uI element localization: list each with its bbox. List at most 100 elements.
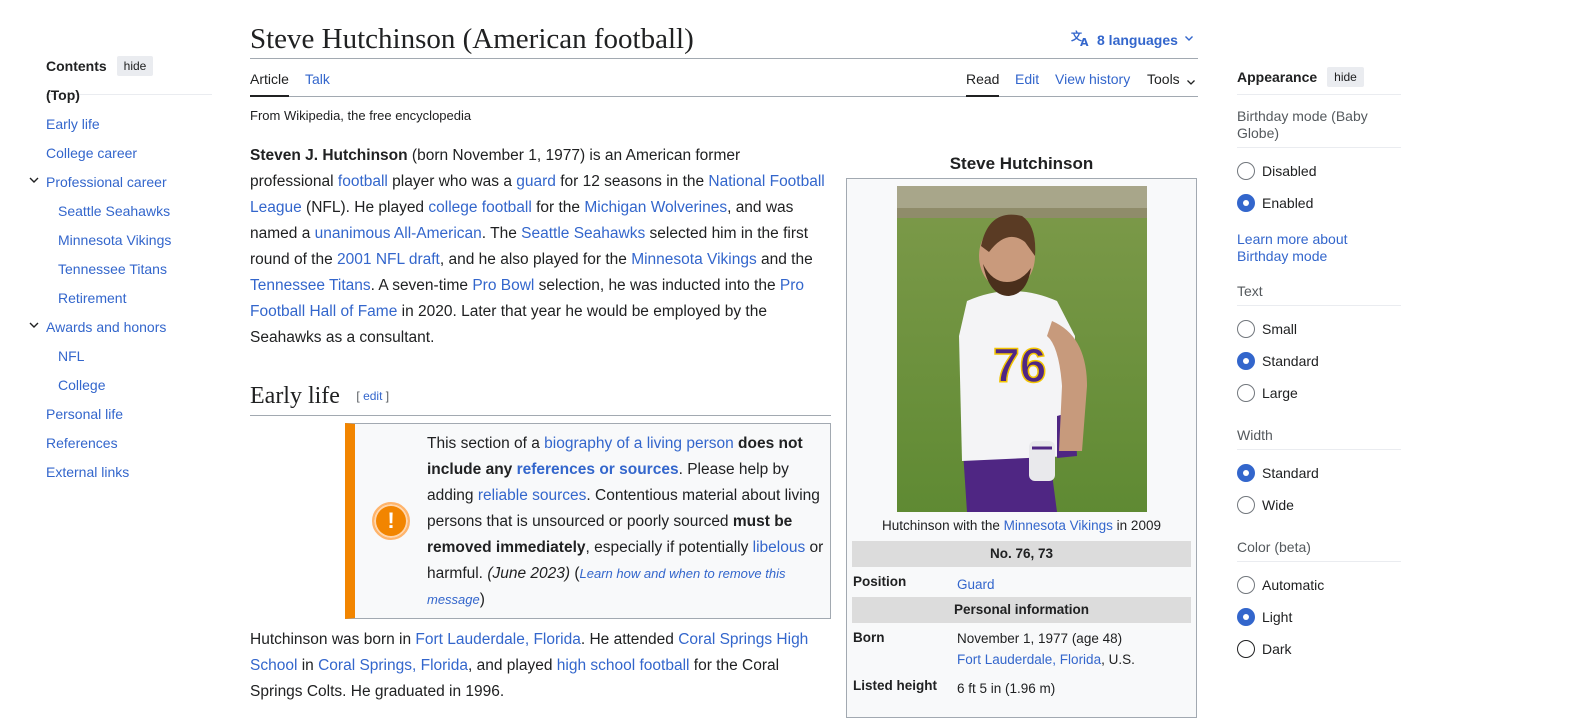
link-blp[interactable]: biography of a living person	[544, 435, 734, 452]
link-2001-nfl-draft[interactable]: 2001 NFL draft	[337, 251, 440, 268]
radio-label: Disabled	[1262, 163, 1317, 179]
radio-color-light[interactable]: Light	[1237, 607, 1292, 627]
site-tagline: From Wikipedia, the free encyclopedia	[250, 108, 472, 123]
lead-paragraph: Steven J. Hutchinson (born November 1, 1…	[250, 143, 825, 351]
edit-section-link[interactable]: edit	[363, 389, 382, 403]
link-coral-springs[interactable]: Coral Springs, Florida	[318, 657, 468, 674]
section-title: Early life	[250, 383, 340, 409]
divider	[1237, 561, 1401, 562]
radio-label: Large	[1262, 385, 1298, 401]
tab-edit[interactable]: Edit	[1015, 70, 1039, 97]
divider	[1237, 449, 1401, 450]
link-fort-lauderdale-infobox[interactable]: Fort Lauderdale, Florida	[957, 652, 1101, 667]
infobox: 76 Hutchinson with the Minnesota Vikings…	[846, 178, 1197, 718]
toc-item-references[interactable]: References	[46, 429, 212, 458]
radio-text-large[interactable]: Large	[1237, 383, 1298, 403]
link-college-football[interactable]: college football	[428, 199, 531, 216]
radio-color-automatic[interactable]: Automatic	[1237, 575, 1324, 595]
tab-read[interactable]: Read	[966, 70, 1000, 97]
link-seattle-seahawks[interactable]: Seattle Seahawks	[521, 225, 645, 242]
tab-view-history[interactable]: View history	[1055, 70, 1130, 97]
radio-on-icon	[1237, 194, 1255, 212]
link-tennessee-titans[interactable]: Tennessee Titans	[250, 277, 371, 294]
toc-item-personal-life[interactable]: Personal life	[46, 400, 212, 429]
radio-label: Enabled	[1262, 195, 1314, 211]
link-libelous[interactable]: libelous	[753, 539, 806, 556]
learn-more-birthday-link[interactable]: Learn more about Birthday mode	[1237, 231, 1397, 265]
radio-label: Standard	[1262, 465, 1319, 481]
radio-off-icon	[1237, 496, 1255, 514]
radio-off-icon	[1237, 384, 1255, 402]
toc-item-minnesota-vikings[interactable]: Minnesota Vikings	[46, 226, 212, 255]
player-photo[interactable]: 76	[897, 186, 1147, 512]
birthday-mode-label: Birthday mode (Baby Globe)	[1237, 108, 1368, 141]
page-tabs: Article Talk Read Edit View history Tool…	[250, 64, 1198, 97]
link-high-school-football[interactable]: high school football	[557, 657, 690, 674]
radio-text-standard[interactable]: Standard	[1237, 351, 1319, 371]
link-minnesota-vikings[interactable]: Minnesota Vikings	[631, 251, 757, 268]
language-selector[interactable]: 文 A 8 languages	[1071, 29, 1194, 50]
toc-hide-button[interactable]: hide	[116, 56, 154, 76]
toc-item-label: Awards and honors	[46, 319, 167, 335]
radio-width-wide[interactable]: Wide	[1237, 495, 1294, 515]
text: , and he also played for the	[439, 251, 632, 268]
infobox-number: No. 76, 73	[852, 541, 1191, 567]
toc-item-awards-and-honors[interactable]: Awards and honors	[29, 313, 212, 342]
chevron-down-icon[interactable]	[28, 313, 40, 342]
tab-talk[interactable]: Talk	[305, 70, 330, 97]
text: (	[570, 565, 580, 582]
radio-color-dark[interactable]: Dark	[1237, 639, 1292, 659]
toc-item-top[interactable]: (Top)	[46, 81, 212, 110]
radio-birthday-disabled[interactable]: Disabled	[1237, 161, 1316, 181]
table-of-contents: Contents hide (Top) Early life College c…	[29, 56, 212, 487]
link-reliable-sources[interactable]: reliable sources	[478, 487, 587, 504]
radio-off-icon	[1237, 576, 1255, 594]
radio-width-standard[interactable]: Standard	[1237, 463, 1319, 483]
row-label: Position	[853, 574, 907, 589]
divider	[1237, 94, 1401, 95]
title-divider	[250, 58, 1198, 59]
toc-item-college-career[interactable]: College career	[46, 139, 212, 168]
radio-label: Light	[1262, 609, 1293, 625]
row-value: November 1, 1977 (age 48) Fort Lauderdal…	[957, 628, 1187, 670]
subject-name: Steven J. Hutchinson	[250, 147, 408, 164]
text: selection, he was inducted into the	[534, 277, 780, 294]
toc-item-tennessee-titans[interactable]: Tennessee Titans	[46, 255, 212, 284]
link-guard-infobox[interactable]: Guard	[957, 574, 1187, 595]
radio-birthday-enabled[interactable]: Enabled	[1237, 193, 1313, 213]
tab-article[interactable]: Article	[250, 70, 289, 97]
text: Hutchinson was born in	[250, 631, 416, 648]
link-references-or-sources[interactable]: references or sources	[517, 461, 679, 478]
width-label: Width	[1237, 427, 1273, 443]
appearance-panel: Appearance hide Birthday mode (Baby Glob…	[1237, 66, 1401, 658]
radio-label: Automatic	[1262, 577, 1325, 593]
toc-item-seattle-seahawks[interactable]: Seattle Seahawks	[46, 197, 212, 226]
section-edit: [ edit ]	[356, 389, 389, 403]
bracket: ]	[382, 389, 390, 403]
link-guard[interactable]: guard	[516, 173, 556, 190]
appearance-hide-button[interactable]: hide	[1327, 67, 1364, 87]
tools-menu[interactable]: Tools	[1147, 70, 1196, 97]
radio-text-small[interactable]: Small	[1237, 319, 1297, 339]
page-title: Steve Hutchinson (American football)	[250, 23, 694, 55]
radio-off-icon	[1237, 320, 1255, 338]
link-michigan-wolverines[interactable]: Michigan Wolverines	[584, 199, 727, 216]
text: for 12 seasons in the	[555, 173, 709, 190]
toc-item-early-life[interactable]: Early life	[46, 110, 212, 139]
link-unanimous-all-american[interactable]: unanimous All-American	[315, 225, 482, 242]
toc-item-nfl[interactable]: NFL	[46, 342, 212, 371]
link-pro-bowl[interactable]: Pro Bowl	[472, 277, 534, 294]
text: , and played	[468, 657, 557, 674]
tools-label: Tools	[1147, 71, 1180, 87]
toc-item-external-links[interactable]: External links	[46, 458, 212, 487]
toc-item-college[interactable]: College	[46, 371, 212, 400]
toc-item-retirement[interactable]: Retirement	[46, 284, 212, 313]
link-minnesota-vikings-caption[interactable]: Minnesota Vikings	[1004, 518, 1113, 533]
translate-icon: 文 A	[1071, 29, 1091, 50]
link-football[interactable]: football	[338, 173, 388, 190]
appearance-title: Appearance	[1237, 69, 1318, 85]
link-fort-lauderdale[interactable]: Fort Lauderdale, Florida	[415, 631, 580, 648]
toc-item-professional-career[interactable]: Professional career	[29, 168, 212, 197]
radio-label: Dark	[1262, 641, 1292, 657]
chevron-down-icon[interactable]	[28, 168, 40, 197]
